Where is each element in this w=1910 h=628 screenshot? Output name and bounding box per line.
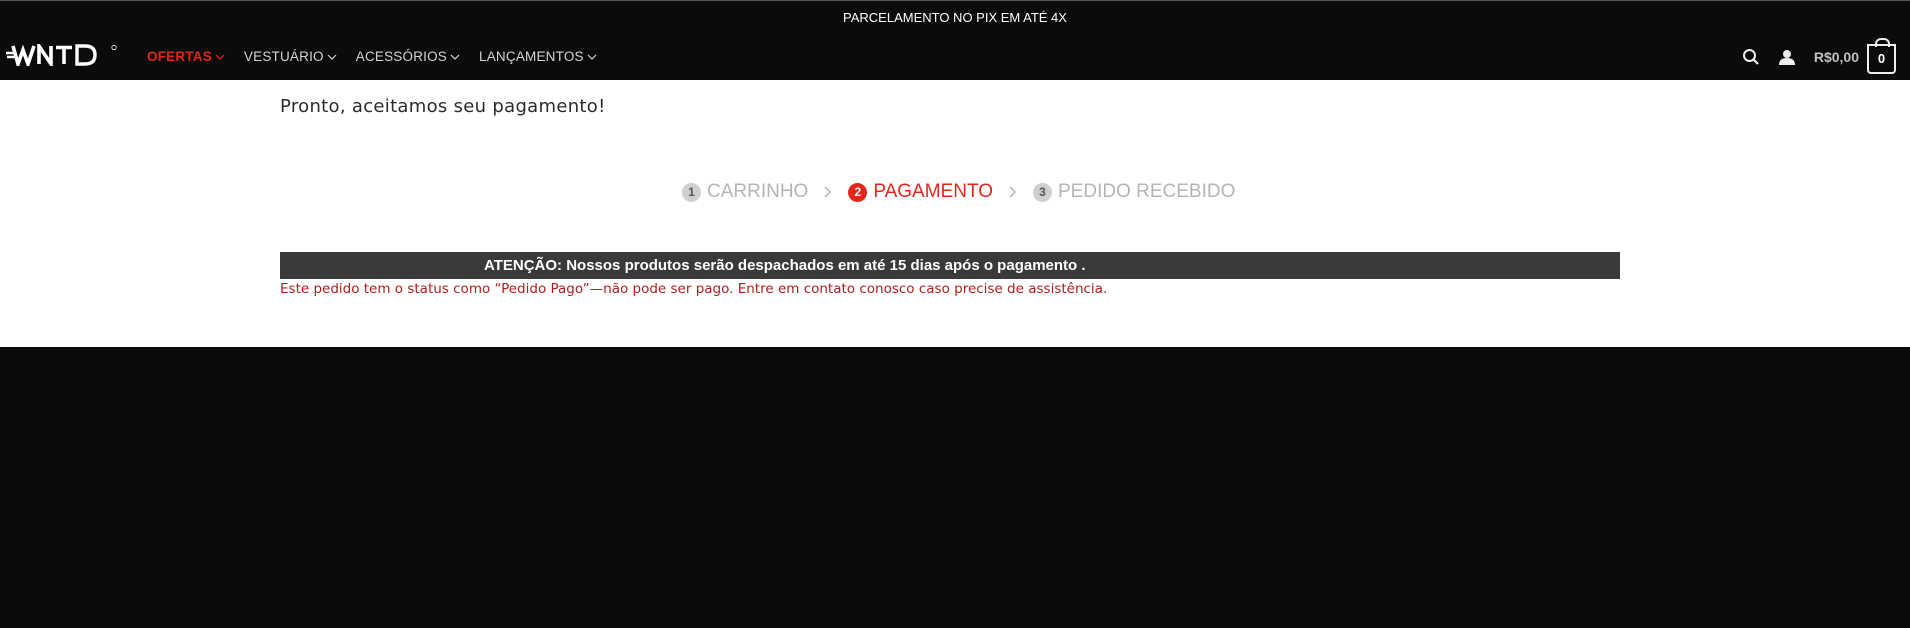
chevron-down-icon — [450, 54, 460, 60]
nav-item-lancamentos[interactable]: LANÇAMENTOS — [479, 49, 598, 64]
user-account-icon[interactable] — [1776, 46, 1798, 68]
chevron-down-icon — [215, 54, 225, 60]
chevron-right-icon — [822, 185, 832, 199]
nav-item-label: LANÇAMENTOS — [479, 49, 584, 64]
step-label: CARRINHO — [707, 181, 809, 202]
site-header: OFERTAS VESTUÁRIO ACESSÓRIOS LANÇAMENTOS… — [0, 33, 1910, 80]
announcement-bar: PARCELAMENTO NO PIX EM ATÉ 4X — [0, 0, 1910, 33]
step-label: PAGAMENTO — [873, 181, 993, 202]
payment-confirmation-message: Pronto, aceitamos seu pagamento! — [280, 96, 606, 117]
cart-button[interactable]: 0 — [1867, 37, 1896, 74]
footer — [0, 347, 1910, 628]
nav-item-label: VESTUÁRIO — [243, 49, 324, 64]
chevron-down-icon — [587, 54, 597, 60]
nav-item-acessorios[interactable]: ACESSÓRIOS — [356, 49, 461, 64]
order-status-note: Este pedido tem o status como “Pedido Pa… — [280, 281, 1108, 297]
step-label: PEDIDO RECEBIDO — [1058, 181, 1236, 202]
checkout-steps: 1 CARRINHO 2 PAGAMENTO 3 PEDIDO RECEBIDO — [682, 181, 1235, 203]
nav-item-ofertas[interactable]: OFERTAS — [147, 49, 226, 64]
step-pedido-recebido: 3 PEDIDO RECEBIDO — [1033, 181, 1235, 203]
shipping-notice: ATENÇÃO: Nossos produtos serão despachad… — [280, 252, 1620, 279]
cart-count: 0 — [1877, 51, 1886, 66]
step-carrinho[interactable]: 1 CARRINHO — [682, 181, 808, 203]
cart-total[interactable]: R$0,00 — [1814, 49, 1859, 65]
chevron-down-icon — [327, 54, 337, 60]
shipping-notice-text: ATENÇÃO: Nossos produtos serão despachad… — [484, 257, 1086, 274]
wntd-logo[interactable] — [6, 40, 118, 70]
nav-item-label: OFERTAS — [147, 49, 212, 64]
logo-graphic — [6, 40, 117, 70]
chevron-right-icon — [1007, 185, 1017, 199]
header-actions: R$0,00 0 — [1726, 33, 1896, 80]
search-icon[interactable] — [1740, 46, 1762, 68]
announcement-text: PARCELAMENTO NO PIX EM ATÉ 4X — [843, 10, 1067, 25]
nav-item-label: ACESSÓRIOS — [355, 49, 448, 64]
main-nav: OFERTAS VESTUÁRIO ACESSÓRIOS LANÇAMENTOS — [147, 33, 616, 80]
step-number: 3 — [1033, 182, 1052, 202]
step-number: 2 — [848, 182, 868, 202]
checkout-content: Pronto, aceitamos seu pagamento! 1 CARRI… — [0, 80, 1910, 347]
step-pagamento: 2 PAGAMENTO — [848, 181, 993, 203]
nav-item-vestuario[interactable]: VESTUÁRIO — [244, 49, 338, 64]
step-number: 1 — [682, 182, 701, 202]
